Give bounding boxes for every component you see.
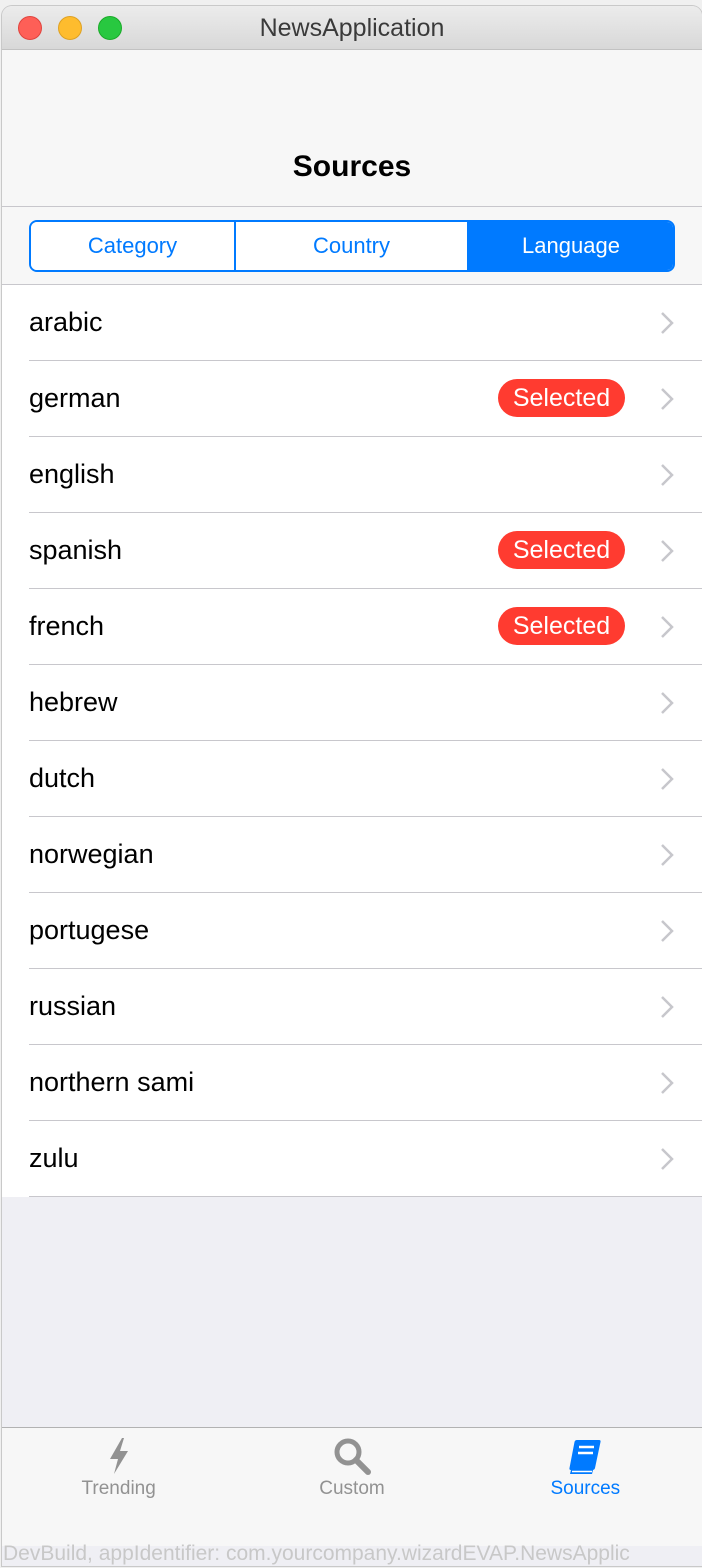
navigation-bar: Sources <box>2 50 702 207</box>
segment-category[interactable]: Category <box>31 222 236 270</box>
list-item-label: dutch <box>29 763 96 793</box>
chevron-right-icon <box>661 768 674 790</box>
list-item-label: spanish <box>29 535 123 565</box>
tab-custom[interactable]: Custom <box>235 1428 468 1546</box>
build-info-text: DevBuild, appIdentifier: com.yourcompany… <box>3 1542 630 1565</box>
chevron-right-icon <box>661 920 674 942</box>
chevron-right-icon <box>661 1072 674 1094</box>
chevron-right-icon <box>661 1148 674 1170</box>
segment-language[interactable]: Language <box>469 222 673 270</box>
title-bar: NewsApplication <box>2 6 702 50</box>
list-item-label: zulu <box>29 1143 79 1173</box>
chevron-right-icon <box>661 312 674 334</box>
chevron-right-icon <box>661 996 674 1018</box>
chevron-right-icon <box>661 388 674 410</box>
tab-trending-label: Trending <box>81 1478 156 1499</box>
chevron-right-icon <box>661 464 674 486</box>
chevron-right-icon <box>661 692 674 714</box>
app-window: NewsApplication Sources Category Country… <box>2 6 702 1566</box>
list-item[interactable]: portugese <box>29 893 702 969</box>
list-item[interactable]: dutch <box>29 741 702 817</box>
list-item[interactable]: german Selected <box>29 361 702 437</box>
list-item[interactable]: norwegian <box>29 817 702 893</box>
tab-custom-label: Custom <box>319 1478 385 1499</box>
chevron-right-icon <box>661 616 674 638</box>
search-icon <box>334 1438 371 1475</box>
language-list: arabic german Selected english spanish Select… <box>2 285 702 1197</box>
list-item-label: german <box>29 383 121 413</box>
list-item-label: arabic <box>29 307 103 337</box>
page-title: Sources <box>292 150 412 183</box>
list-item[interactable]: english <box>29 437 702 513</box>
selected-badge: Selected <box>498 607 625 645</box>
bolt-icon <box>109 1438 128 1474</box>
list-item[interactable]: arabic <box>29 285 702 361</box>
list-item-label: northern sami <box>29 1067 195 1097</box>
book-icon <box>569 1440 601 1474</box>
list-item[interactable]: spanish Selected <box>29 513 702 589</box>
tab-bar: Trending Custom Sources <box>2 1427 702 1546</box>
list-item[interactable]: zulu <box>29 1121 702 1197</box>
list-item-label: english <box>29 459 115 489</box>
window-title: NewsApplication <box>259 14 445 42</box>
segment-country[interactable]: Country <box>236 222 469 270</box>
list-item[interactable]: hebrew <box>29 665 702 741</box>
selected-badge: Selected <box>498 379 625 417</box>
segmented-control: Category Country Language <box>29 220 675 272</box>
selected-badge: Selected <box>498 531 625 569</box>
list-item-label: russian <box>29 991 117 1021</box>
list-item[interactable]: russian <box>29 969 702 1045</box>
tab-trending[interactable]: Trending <box>2 1428 235 1546</box>
list-item-label: norwegian <box>29 839 154 869</box>
list-item[interactable]: french Selected <box>29 589 702 665</box>
tab-sources[interactable]: Sources <box>469 1428 702 1546</box>
list-item-label: hebrew <box>29 687 118 717</box>
chevron-right-icon <box>661 844 674 866</box>
list-item[interactable]: northern sami <box>29 1045 702 1121</box>
list-item-label: french <box>29 611 105 641</box>
tab-sources-label: Sources <box>550 1478 621 1499</box>
chevron-right-icon <box>661 540 674 562</box>
segmented-bar: Category Country Language <box>2 207 702 285</box>
list-item-label: portugese <box>29 915 150 945</box>
